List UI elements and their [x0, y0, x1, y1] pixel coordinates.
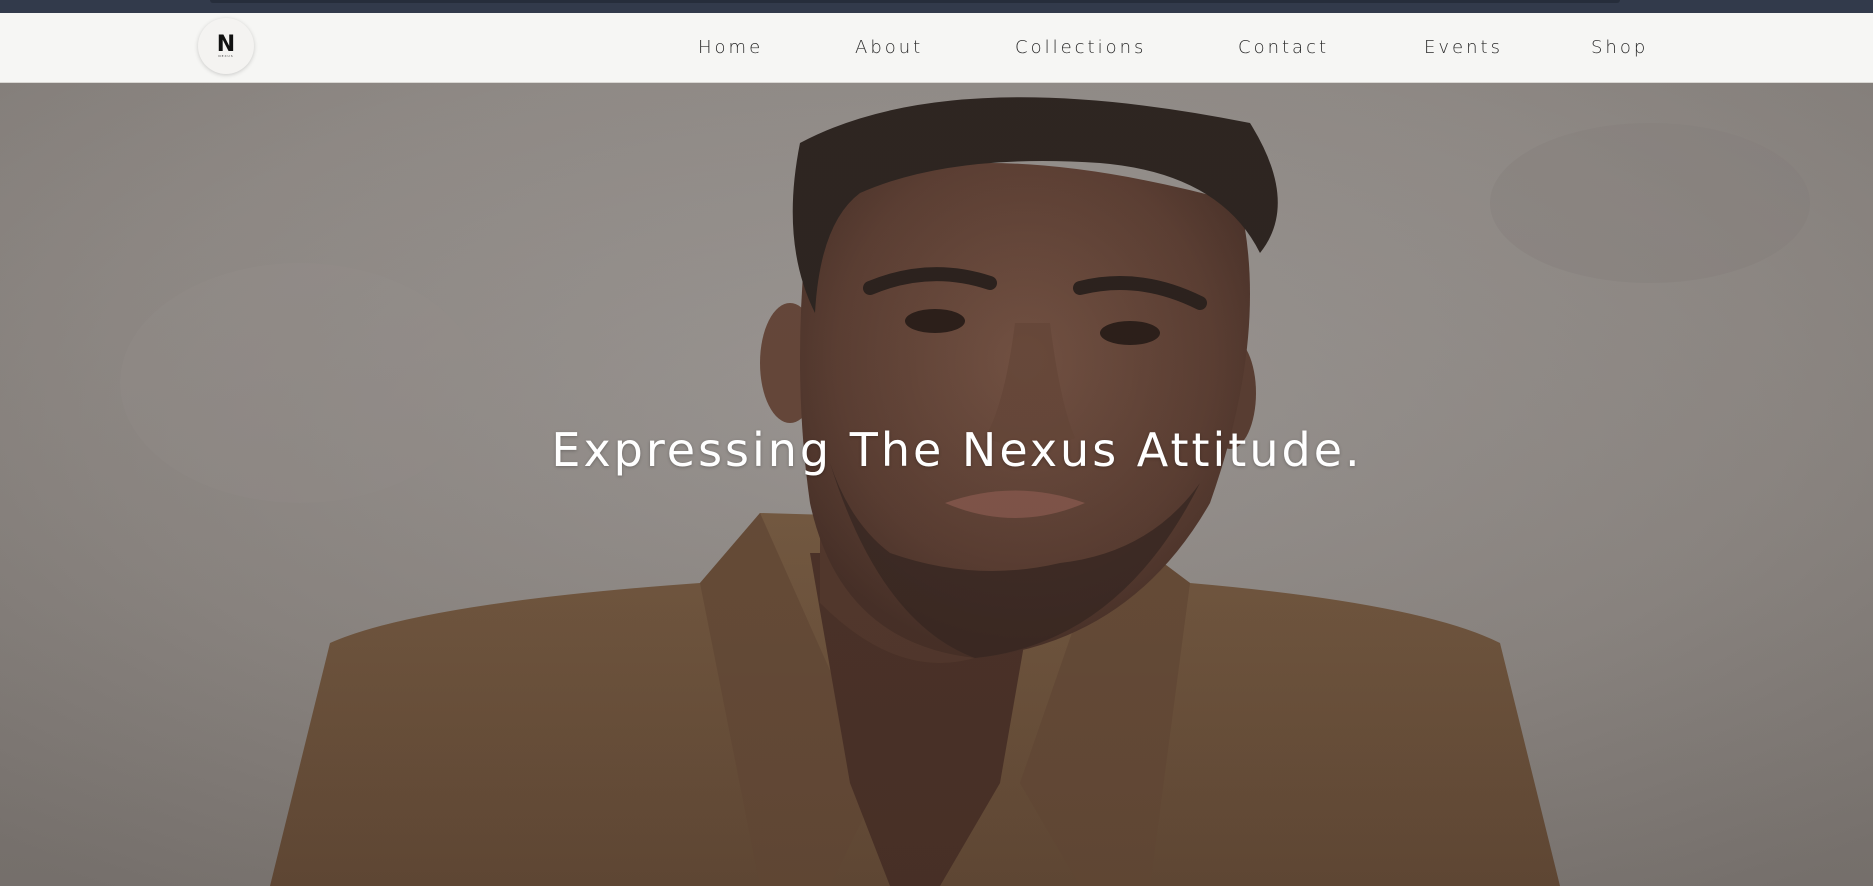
hero-title: Expressing The Nexus Attitude. — [551, 423, 1363, 477]
navigation-bar: N NEXUS Home About Collections Contact E… — [0, 13, 1873, 83]
hero-section: Expressing The Nexus Attitude. — [0, 83, 1873, 886]
top-bar-accent — [210, 0, 1620, 3]
hero-portrait-image — [0, 83, 1873, 886]
nav-item-about[interactable]: About — [855, 37, 923, 58]
nav-item-contact[interactable]: Contact — [1238, 37, 1329, 58]
nav-item-home[interactable]: Home — [698, 37, 763, 58]
nav-item-events[interactable]: Events — [1424, 37, 1503, 58]
nav-item-collections[interactable]: Collections — [1015, 37, 1146, 58]
top-bar — [0, 0, 1873, 13]
nav-item-shop[interactable]: Shop — [1591, 37, 1648, 58]
nav-menu: Home About Collections Contact Events Sh… — [0, 13, 1873, 83]
